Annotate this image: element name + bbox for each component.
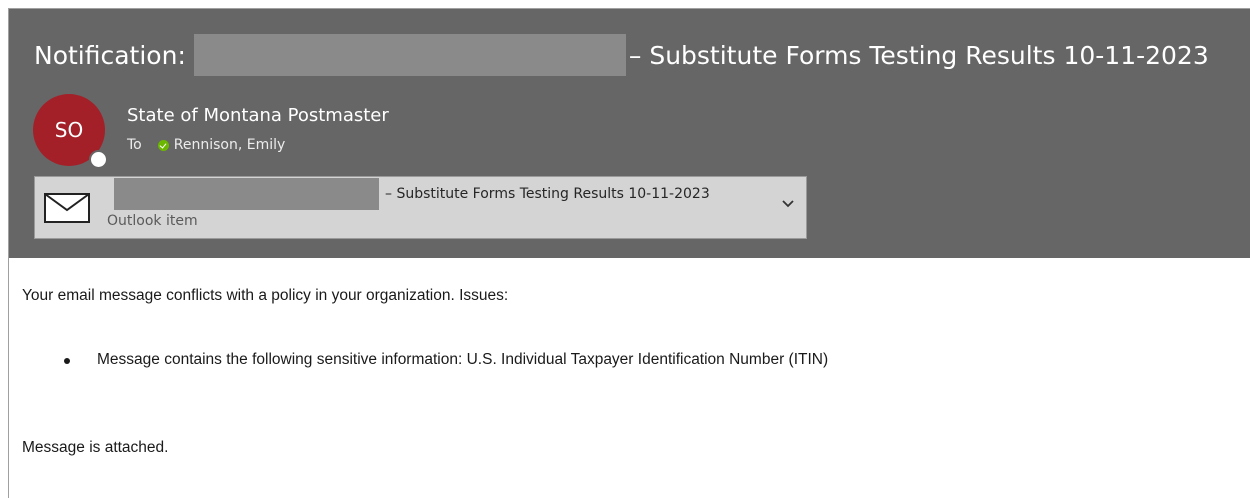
attachment-type: Outlook item	[107, 213, 198, 229]
avatar-initials: SO	[54, 118, 84, 142]
email-reading-pane: Notification: – Substitute Forms Testing…	[8, 8, 1250, 498]
recipient-line: To Rennison, Emily	[127, 137, 285, 153]
subject-suffix: – Substitute Forms Testing Results 10-11…	[628, 40, 1209, 70]
redacted-attachment-name	[114, 178, 379, 210]
attachment-title: – Substitute Forms Testing Results 10-11…	[385, 186, 710, 202]
policy-intro-text: Your email message conflicts with a poli…	[22, 287, 509, 304]
message-header: Notification: – Substitute Forms Testing…	[9, 9, 1250, 258]
available-status-icon	[157, 139, 169, 151]
attachment-card[interactable]: – Substitute Forms Testing Results 10-11…	[34, 176, 807, 239]
policy-issue-item: Message contains the following sensitive…	[97, 351, 829, 368]
recipient-name[interactable]: Rennison, Emily	[174, 137, 286, 153]
sender-name[interactable]: State of Montana Postmaster	[127, 105, 389, 126]
envelope-icon	[44, 193, 90, 223]
subject-prefix: Notification:	[34, 40, 186, 70]
redacted-subject	[193, 34, 626, 76]
closing-text: Message is attached.	[22, 439, 169, 456]
chevron-down-icon[interactable]	[781, 199, 795, 209]
to-label: To	[127, 137, 142, 153]
list-bullet	[64, 358, 70, 364]
message-subject: Notification: – Substitute Forms Testing…	[34, 34, 1209, 76]
presence-status-icon	[89, 150, 108, 169]
